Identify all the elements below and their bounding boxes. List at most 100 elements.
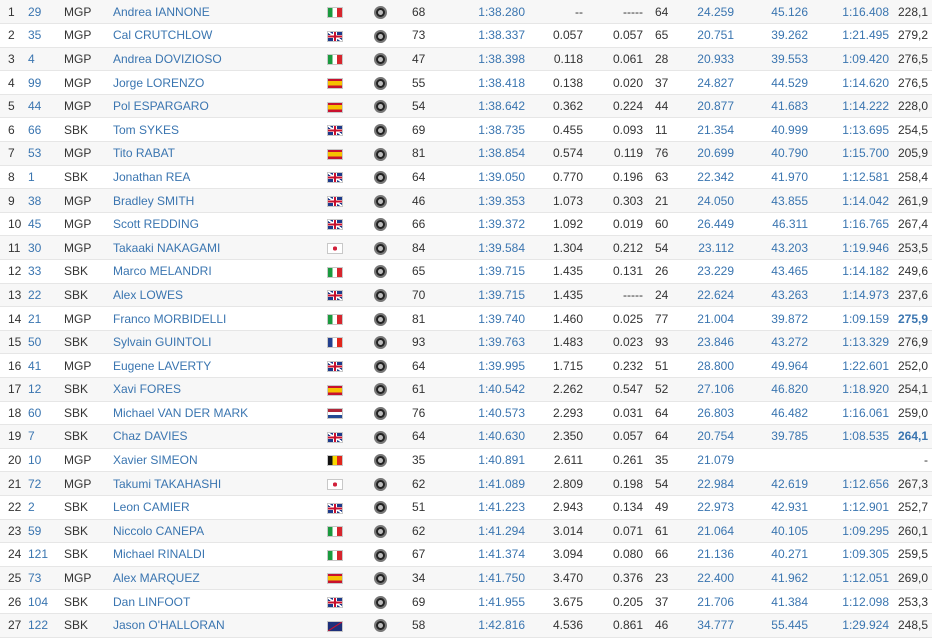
rider-name[interactable]: Takaaki NAKAGAMI <box>113 235 327 261</box>
rider-name[interactable]: Alex LOWES <box>113 283 327 308</box>
rider-number[interactable]: 2 <box>28 495 64 520</box>
rider-number[interactable]: 53 <box>28 141 64 166</box>
rider-number[interactable]: 121 <box>28 542 64 567</box>
rider-number[interactable]: 22 <box>28 283 64 308</box>
rider-name[interactable]: Tito RABAT <box>113 141 327 166</box>
gap-to-previous: 0.861 <box>591 613 651 638</box>
rider-name[interactable]: Alex MARQUEZ <box>113 566 327 591</box>
country-flag-icon <box>327 148 343 160</box>
gap-to-first: 3.470 <box>539 566 591 591</box>
sector-1: 27.106 <box>676 377 740 402</box>
laps: 51 <box>412 495 461 520</box>
rider-number[interactable]: 35 <box>28 23 64 48</box>
rider-name[interactable]: Niccolo CANEPA <box>113 519 327 544</box>
top-speed: 261,9 <box>897 188 932 213</box>
laps: 84 <box>412 235 461 261</box>
gap-to-previous: 0.071 <box>591 519 651 544</box>
best-time: 1:38.398 <box>461 47 539 72</box>
rider-number[interactable]: 33 <box>28 259 64 284</box>
top-speed: - <box>897 448 932 473</box>
rider-name[interactable]: Jason O'HALLORAN <box>113 613 327 638</box>
tyre-cell <box>374 47 412 72</box>
sector-1: 21.354 <box>676 117 740 143</box>
rider-name[interactable]: Andrea IANNONE <box>113 0 327 25</box>
rider-name[interactable]: Michael RINALDI <box>113 542 327 567</box>
rider-name[interactable]: Andrea DOVIZIOSO <box>113 47 327 72</box>
rider-number[interactable]: 10 <box>28 448 64 473</box>
tyre-cell <box>374 424 412 449</box>
rider-name[interactable]: Bradley SMITH <box>113 188 327 213</box>
rider-number[interactable]: 104 <box>28 589 64 614</box>
flag-cell <box>327 165 374 190</box>
rider-number[interactable]: 41 <box>28 353 64 378</box>
top-speed: 254,1 <box>897 377 932 402</box>
rider-number[interactable]: 60 <box>28 401 64 426</box>
rider-name[interactable]: Jorge LORENZO <box>113 70 327 95</box>
rider-number[interactable]: 72 <box>28 471 64 496</box>
rider-number[interactable]: 44 <box>28 94 64 119</box>
rider-name[interactable]: Pol ESPARGARO <box>113 94 327 119</box>
rider-name[interactable]: Xavi FORES <box>113 377 327 402</box>
category: SBK <box>64 259 113 284</box>
sector-1: 23.229 <box>676 259 740 284</box>
rider-name[interactable]: Takumi TAKAHASHI <box>113 471 327 496</box>
rider-name[interactable]: Marco MELANDRI <box>113 259 327 284</box>
top-speed: 267,3 <box>897 471 932 496</box>
rider-name[interactable]: Dan LINFOOT <box>113 589 327 614</box>
rider-number[interactable]: 66 <box>28 117 64 143</box>
rider-number[interactable]: 122 <box>28 613 64 638</box>
rider-name[interactable]: Scott REDDING <box>113 212 327 237</box>
rider-name[interactable]: Leon CAMIER <box>113 495 327 520</box>
flag-cell <box>327 377 374 402</box>
best-lap-number: 24 <box>651 283 676 308</box>
rider-number[interactable]: 73 <box>28 566 64 591</box>
gap-to-first: 2.350 <box>539 424 591 449</box>
sector-1: 21.136 <box>676 542 740 567</box>
rider-number[interactable]: 12 <box>28 377 64 402</box>
rider-name[interactable]: Tom SYKES <box>113 117 327 143</box>
top-speed: 276,5 <box>897 47 932 72</box>
rider-number[interactable]: 4 <box>28 47 64 72</box>
country-flag-icon <box>327 526 343 538</box>
rider-number[interactable]: 99 <box>28 70 64 95</box>
gap-to-previous: 0.224 <box>591 94 651 119</box>
table-row: 13 22 SBK Alex LOWES 70 1:39.715 1.435 ----- 24 2… <box>0 283 932 308</box>
rider-number[interactable]: 1 <box>28 165 64 190</box>
rider-name[interactable]: Michael VAN DER MARK <box>113 401 327 426</box>
rider-name[interactable]: Franco MORBIDELLI <box>113 306 327 331</box>
tyre-icon <box>374 5 387 19</box>
country-flag-icon <box>327 243 343 255</box>
tyre-cell <box>374 188 412 213</box>
category: SBK <box>64 330 113 355</box>
gap-to-first: 1.483 <box>539 330 591 355</box>
table-row: 11 30 MGP Takaaki NAKAGAMI 84 1:39.584 1.304 0.… <box>0 235 932 261</box>
gap-to-previous: 0.093 <box>591 117 651 143</box>
rider-number[interactable]: 59 <box>28 519 64 544</box>
tyre-cell <box>374 283 412 308</box>
sector-1: 23.112 <box>676 235 740 261</box>
top-speed: 276,9 <box>897 330 932 355</box>
best-time: 1:38.280 <box>461 0 539 25</box>
rider-number[interactable]: 45 <box>28 212 64 237</box>
rider-number[interactable]: 7 <box>28 424 64 449</box>
rider-number[interactable]: 50 <box>28 330 64 355</box>
gap-to-previous: 0.196 <box>591 165 651 190</box>
rider-number[interactable]: 21 <box>28 306 64 331</box>
rider-name[interactable]: Xavier SIMEON <box>113 448 327 473</box>
tyre-cell <box>374 259 412 284</box>
tyre-cell <box>374 0 412 25</box>
rider-number[interactable]: 30 <box>28 235 64 261</box>
rider-name[interactable]: Jonathan REA <box>113 165 327 190</box>
sector-3: 1:09.159 <box>814 306 897 331</box>
rider-name[interactable]: Eugene LAVERTY <box>113 353 327 378</box>
rider-number[interactable]: 38 <box>28 188 64 213</box>
best-time: 1:38.642 <box>461 94 539 119</box>
rider-name[interactable]: Chaz DAVIES <box>113 424 327 449</box>
rider-name[interactable]: Sylvain GUINTOLI <box>113 330 327 355</box>
country-flag-icon <box>327 431 343 443</box>
rider-number[interactable]: 29 <box>28 0 64 25</box>
best-lap-number: 65 <box>651 23 676 48</box>
rider-name[interactable]: Cal CRUTCHLOW <box>113 23 327 48</box>
tyre-icon <box>374 241 387 255</box>
gap-to-previous: 0.376 <box>591 566 651 591</box>
